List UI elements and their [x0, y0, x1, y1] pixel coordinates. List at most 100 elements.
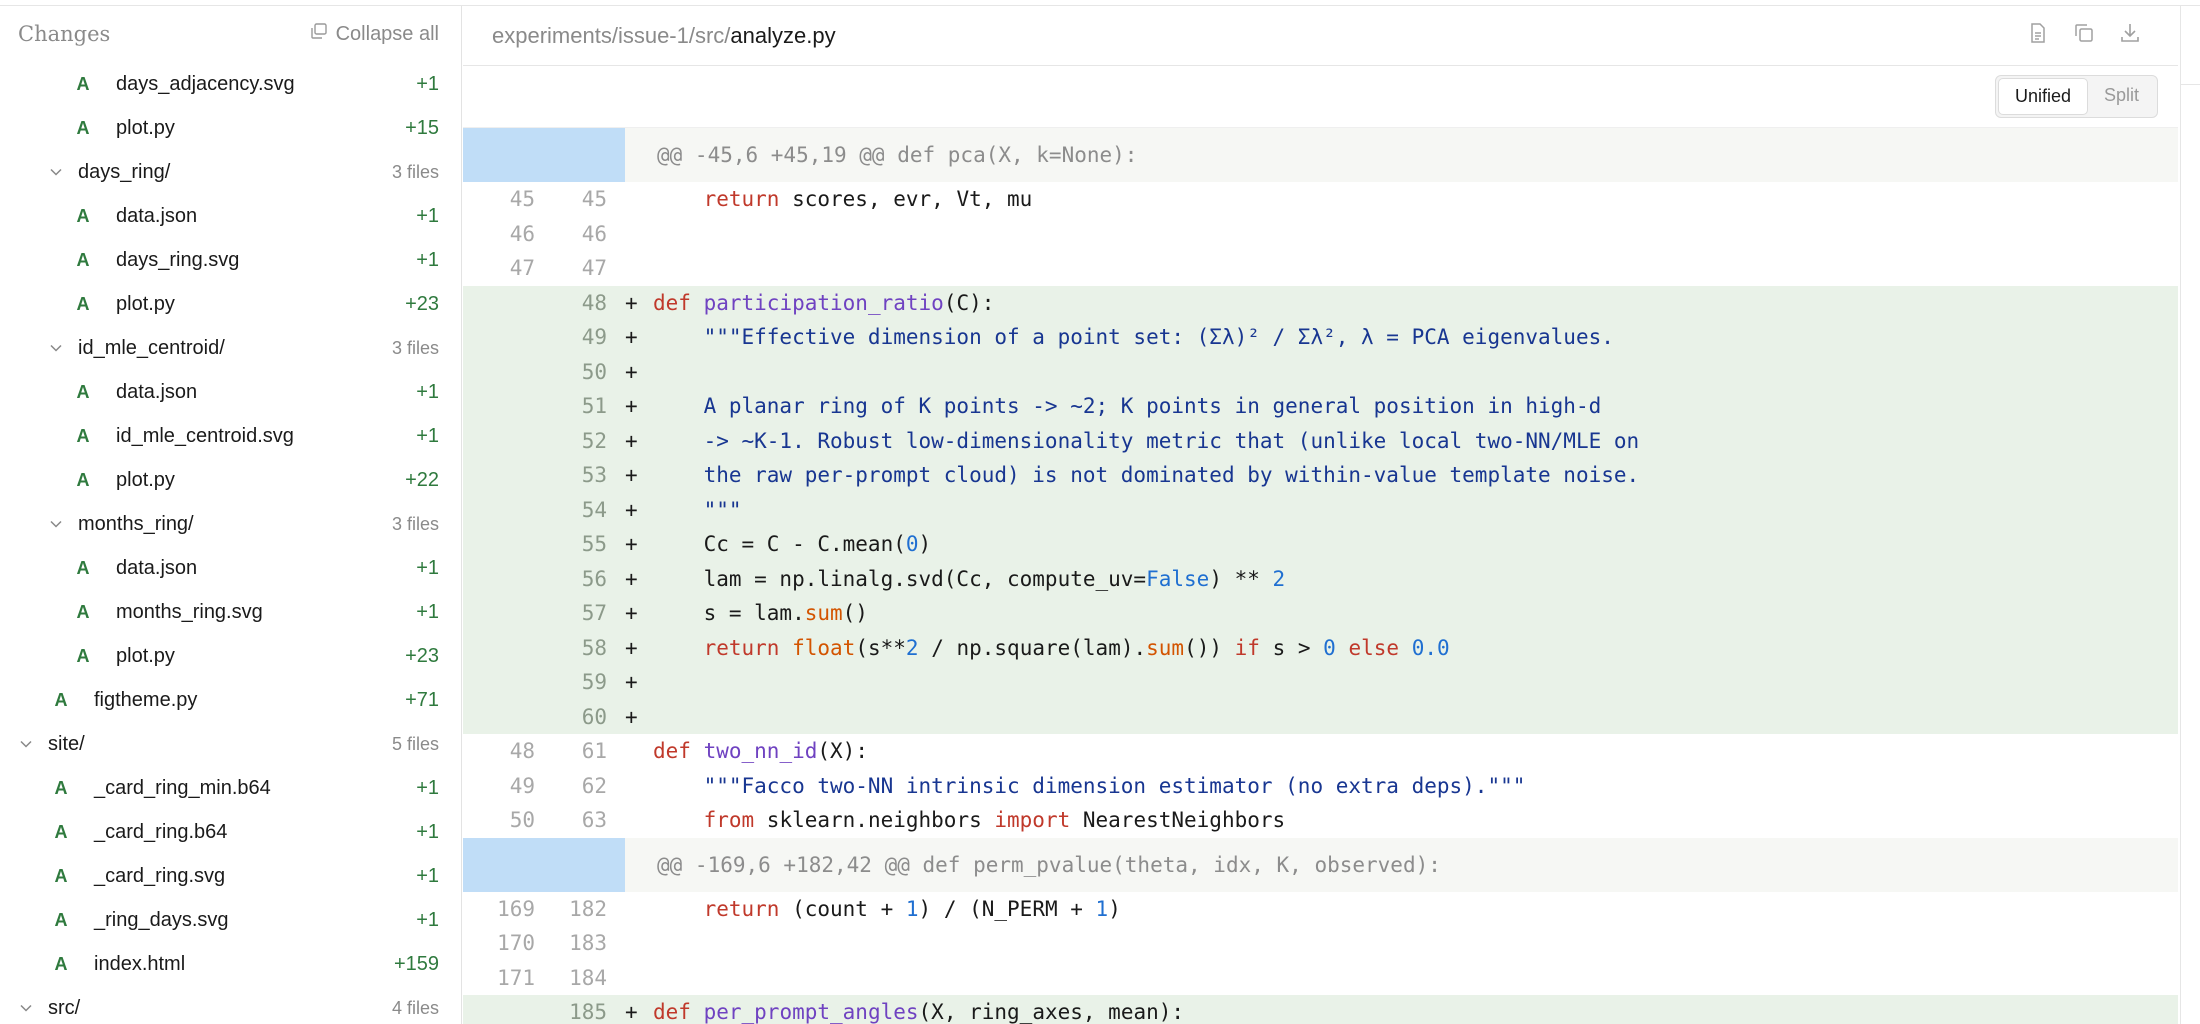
chevron-down-icon — [48, 340, 64, 356]
diff-sign: + — [625, 463, 638, 488]
file-name-label: figtheme.py — [94, 688, 198, 711]
file-row[interactable]: A _card_ring_min.b64 +1 — [0, 766, 461, 810]
folder-name: months_ring/ — [78, 512, 194, 535]
file-row[interactable]: A _ring_days.svg +1 — [0, 898, 461, 942]
code-text: Cc = C - C.mean(0) — [653, 532, 932, 556]
chevron-down-icon — [18, 1000, 34, 1016]
code-token: 0 — [1323, 635, 1336, 660]
hunk-expand-gutter[interactable] — [463, 128, 625, 182]
new-line-number: 59 — [581, 670, 607, 695]
file-row[interactable]: Aindex.html +159 — [0, 942, 461, 986]
added-line: 53 + the raw per-prompt cloud) is not dom… — [463, 458, 2178, 493]
context-line: 46 46 — [463, 217, 2178, 252]
line-count: +1 — [416, 820, 439, 843]
folder-row[interactable]: src/4 files — [0, 986, 461, 1024]
code-token: else — [1348, 635, 1400, 660]
hunk-expand-gutter[interactable] — [463, 837, 625, 892]
code-token: 2 — [1272, 566, 1286, 591]
unified-view-button[interactable]: Unified — [1997, 78, 2088, 115]
folder-row[interactable]: months_ring/3 files — [0, 502, 461, 546]
folder-row[interactable]: days_ring/3 files — [0, 150, 461, 194]
folder-name: id_mle_centroid/ — [78, 336, 225, 359]
file-row[interactable]: Amonths_ring.svg +1 — [0, 590, 461, 634]
file-name-label: months_ring.svg — [116, 600, 263, 623]
file-count: 4 files — [391, 997, 439, 1018]
file-name-label: _ring_days.svg — [94, 908, 229, 931]
added-badge: A — [54, 689, 68, 710]
added-badge: A — [76, 205, 90, 226]
diff-sign: + — [625, 566, 638, 591]
added-badge: A — [76, 469, 90, 490]
collapse-all-button[interactable]: Collapse all — [310, 22, 439, 46]
context-line: 47 47 — [463, 251, 2178, 286]
code-token: (C): — [943, 290, 995, 315]
context-line: 170 183 — [463, 926, 2178, 961]
file-row[interactable]: Adata.json +1 — [0, 546, 461, 590]
new-line-number: 46 — [581, 221, 607, 246]
added-line: 59 + — [463, 665, 2178, 700]
new-line-number: 62 — [581, 773, 607, 798]
split-view-button[interactable]: Split — [2088, 78, 2155, 115]
code-text: return (count + 1) / (N_PERM + 1) — [653, 897, 1121, 921]
file-row[interactable]: Aplot.py +22 — [0, 458, 461, 502]
view-mode-toggle: Unified Split — [1994, 75, 2158, 118]
code-text: the raw per-prompt cloud) is not dominat… — [653, 463, 1640, 487]
code-token: """ — [653, 497, 742, 522]
right-rail — [2180, 6, 2200, 1024]
code-token: NearestNeighbors — [1070, 808, 1286, 833]
file-icon[interactable] — [2026, 21, 2050, 50]
folder-row[interactable]: site/5 files — [0, 722, 461, 766]
code-token: return — [703, 187, 780, 212]
file-row[interactable]: Adata.json +1 — [0, 194, 461, 238]
added-line: 60 + — [463, 699, 2178, 734]
added-line: 54 + """ — [463, 492, 2178, 527]
context-line: 50 63 from sklearn.neighbors import Neare… — [463, 803, 2178, 838]
code-token: if — [1234, 635, 1260, 660]
file-row[interactable]: A _card_ring.b64 +1 — [0, 810, 461, 854]
code-token: scores, evr, Vt, mu — [779, 187, 1033, 212]
diff-sign: + — [625, 532, 638, 557]
file-name-label: data.json — [116, 204, 198, 227]
copy-icon[interactable] — [2072, 21, 2096, 50]
added-badge: A — [54, 865, 68, 886]
file-name-label: plot.py — [116, 468, 175, 491]
diff-sign: + — [625, 635, 638, 660]
added-badge: A — [76, 293, 90, 314]
file-row[interactable]: Aid_mle_centroid.svg +1 — [0, 414, 461, 458]
file-row[interactable]: Aplot.py +23 — [0, 282, 461, 326]
hunk-header: @@ -169,6 +182,42 @@ def perm_pvalue(the… — [463, 837, 2178, 892]
view-bar: Unified Split — [463, 66, 2178, 128]
new-line-number: 185 — [569, 1000, 607, 1024]
line-count: +1 — [416, 424, 439, 447]
file-row[interactable]: Aplot.py +15 — [0, 106, 461, 150]
code-text: """Effective dimension of a point set: (… — [653, 325, 1614, 349]
old-line-number: 46 — [509, 221, 535, 246]
file-row[interactable]: Adays_ring.svg +1 — [0, 238, 461, 282]
file-name: analyze.py — [730, 22, 836, 48]
folder-name: src/ — [48, 996, 81, 1019]
code-token: s = lam. — [653, 601, 805, 626]
file-row[interactable]: A _card_ring.svg +1 — [0, 854, 461, 898]
added-badge: A — [76, 425, 90, 446]
file-row[interactable]: Adays_adjacency.svg +1 — [0, 62, 461, 106]
code-token: sum — [804, 601, 843, 626]
diff-sign: + — [625, 428, 638, 453]
folder-row[interactable]: id_mle_centroid/3 files — [0, 326, 461, 370]
new-line-number: 58 — [581, 635, 607, 660]
code-token: 2 — [905, 635, 919, 660]
code-text: def participation_ratio(C): — [653, 291, 994, 315]
code-text: def two_nn_id(X): — [653, 739, 868, 763]
file-row[interactable]: Afigtheme.py +71 — [0, 678, 461, 722]
line-count: +1 — [416, 72, 439, 95]
added-line: 51 + A planar ring of K points -> ~2; K p… — [463, 389, 2178, 424]
code-token: def — [653, 290, 691, 315]
collapse-all-label: Collapse all — [335, 22, 439, 45]
file-path-prefix: experiments/issue-1/src/ — [492, 22, 731, 48]
diff-panel: experiments/issue-1/src/analyze.py Unifi… — [463, 6, 2178, 1024]
file-row[interactable]: Aplot.py +23 — [0, 634, 461, 678]
download-icon[interactable] — [2118, 21, 2142, 50]
new-line-number: 56 — [581, 566, 607, 591]
file-row[interactable]: Adata.json +1 — [0, 370, 461, 414]
